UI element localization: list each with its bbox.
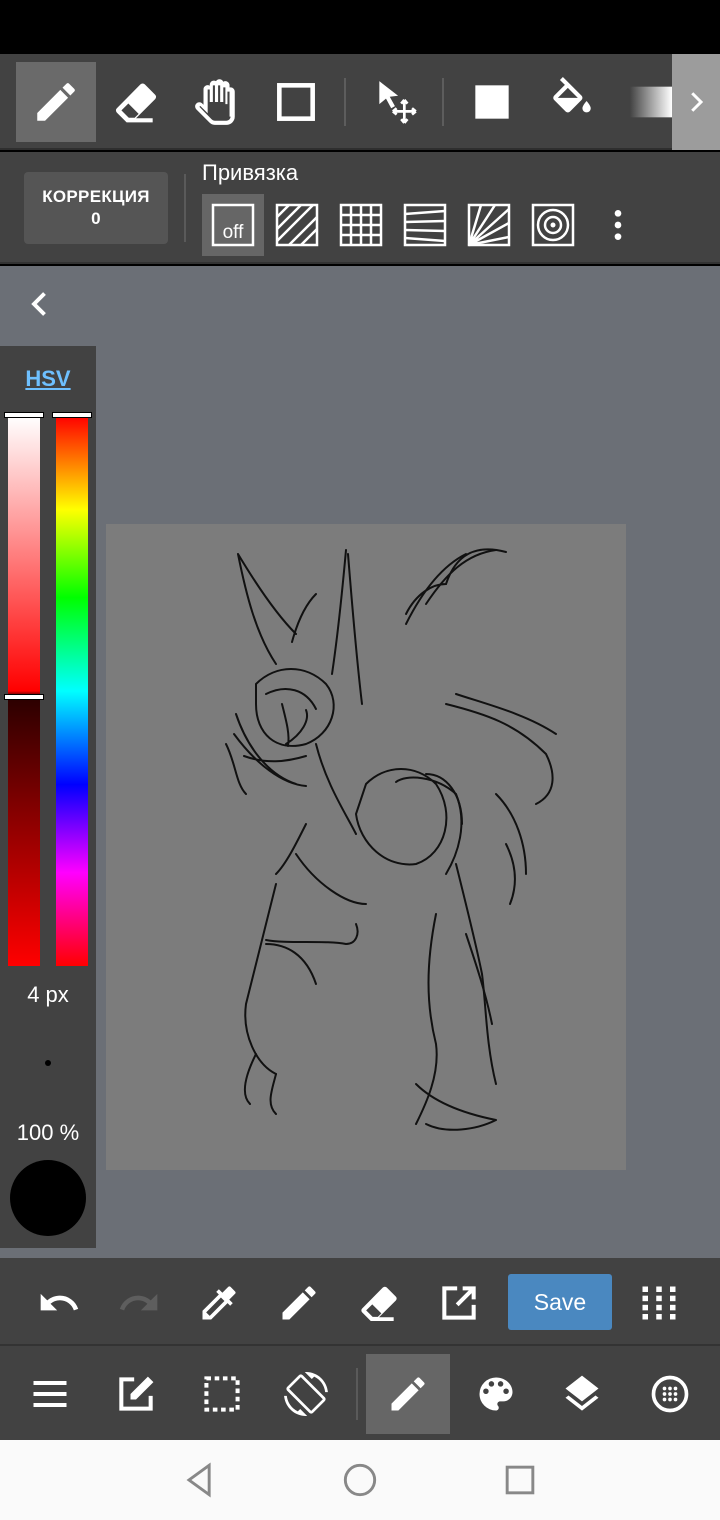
system-nav-bar: [0, 1440, 720, 1520]
brush-tab[interactable]: [366, 1354, 450, 1434]
snap-parallel-button[interactable]: [266, 194, 328, 256]
snap-off-icon: off: [211, 203, 255, 247]
paint-bucket-icon: [553, 77, 591, 113]
material-tab[interactable]: [628, 1354, 712, 1434]
concentric-circles-icon: [531, 203, 575, 247]
bucket-tool-button[interactable]: [532, 62, 612, 142]
eyedropper-icon: [202, 1286, 236, 1320]
status-bar: [0, 0, 720, 54]
correction-label: КОРРЕКЦИЯ: [42, 187, 150, 206]
main-bottom-bar: [0, 1344, 720, 1440]
eyedropper-button[interactable]: [184, 1268, 254, 1338]
current-color-swatch[interactable]: [10, 1160, 86, 1236]
recents-square-icon[interactable]: [498, 1458, 542, 1502]
hand-tool-button[interactable]: [176, 62, 256, 142]
saturation-thumb[interactable]: [4, 412, 44, 418]
snap-more-button[interactable]: [588, 194, 648, 256]
color-palette-panel: HSV 4 px 100 %: [0, 346, 96, 1248]
canvas-workspace[interactable]: HSV 4 px 100 %: [0, 266, 720, 1254]
edit-square-icon: [119, 1376, 154, 1411]
edit-button[interactable]: [94, 1354, 178, 1434]
hand-icon: [195, 79, 235, 125]
gradient-icon: [629, 86, 672, 118]
layers-icon: [565, 1375, 599, 1411]
move-cursor-icon: [379, 81, 417, 124]
subbar-divider: [184, 174, 186, 242]
screen-rotation-icon: [284, 1372, 328, 1416]
gradient-tool-button[interactable]: [612, 62, 672, 142]
layers-tab[interactable]: [540, 1354, 624, 1434]
action-bar: Save: [0, 1254, 720, 1344]
open-external-icon: [442, 1286, 476, 1320]
undo-icon: [40, 1293, 79, 1311]
color-tab[interactable]: [454, 1354, 538, 1434]
quick-eraser-button[interactable]: [344, 1268, 414, 1338]
redo-icon: [119, 1293, 158, 1311]
hamburger-menu-icon: [33, 1380, 67, 1408]
snap-perspective-button[interactable]: [394, 194, 456, 256]
snap-radial-button[interactable]: [458, 194, 520, 256]
snap-off-button[interactable]: off: [202, 194, 264, 256]
export-button[interactable]: [424, 1268, 494, 1338]
eraser-icon: [115, 83, 157, 123]
palette-icon: [479, 1377, 513, 1411]
value-thumb[interactable]: [4, 694, 44, 700]
radial-lines-icon: [467, 203, 511, 247]
rectangle-icon: [277, 83, 315, 121]
quick-menu-button[interactable]: [624, 1268, 694, 1338]
toolbar-divider: [344, 78, 346, 126]
hsv-mode-link[interactable]: HSV: [0, 366, 96, 392]
toolbar-divider: [442, 78, 444, 126]
opacity-label[interactable]: 100 %: [0, 1120, 96, 1146]
pencil-icon: [391, 1377, 425, 1411]
grid-icon: [339, 203, 383, 247]
home-circle-icon[interactable]: [338, 1458, 382, 1502]
eraser-icon: [361, 1286, 397, 1321]
snap-label: Привязка: [202, 160, 299, 185]
tool-toolbar: [0, 54, 720, 150]
undo-button[interactable]: [24, 1268, 94, 1338]
snap-grid-button[interactable]: [330, 194, 392, 256]
correction-button[interactable]: КОРРЕКЦИЯ 0: [24, 172, 168, 244]
grid-dots-icon: [642, 1286, 676, 1320]
more-vertical-icon: [614, 210, 622, 240]
chevron-right-icon: [691, 92, 704, 112]
redo-button[interactable]: [104, 1268, 174, 1338]
pencil-icon: [282, 1286, 316, 1320]
pen-tool-button[interactable]: [16, 62, 96, 142]
hue-slider[interactable]: [52, 412, 92, 966]
snap-off-text: off: [223, 222, 245, 243]
hue-thumb[interactable]: [52, 412, 92, 418]
snap-circle-button[interactable]: [522, 194, 584, 256]
collapse-palette-chevron-icon[interactable]: [22, 286, 58, 322]
drawing-canvas[interactable]: [106, 524, 626, 1170]
dotted-circle-icon: [651, 1375, 689, 1413]
sketch-drawing: [225, 548, 557, 1131]
correction-value: 0: [91, 209, 101, 228]
brush-options-bar: КОРРЕКЦИЯ 0 Привязка off: [0, 152, 720, 264]
pencil-icon: [37, 83, 75, 121]
parallel-lines-icon: [275, 203, 319, 247]
dashed-selection-icon: [204, 1376, 240, 1412]
mainbar-divider: [356, 1368, 358, 1420]
fill-rect-tool-button[interactable]: [452, 62, 532, 142]
brush-size-label[interactable]: 4 px: [0, 982, 96, 1008]
filled-square-icon: [475, 85, 509, 119]
move-tool-button[interactable]: [356, 62, 436, 142]
selection-button[interactable]: [180, 1354, 264, 1434]
perspective-lines-icon: [403, 203, 447, 247]
saturation-value-slider[interactable]: [4, 412, 44, 966]
select-rect-tool-button[interactable]: [256, 62, 336, 142]
back-triangle-icon[interactable]: [178, 1458, 222, 1502]
main-menu-button[interactable]: [8, 1354, 92, 1434]
rotate-canvas-button[interactable]: [264, 1354, 348, 1434]
brush-size-preview: [45, 1060, 51, 1066]
eraser-tool-button[interactable]: [96, 62, 176, 142]
toolbar-scroll-right-button[interactable]: [672, 54, 720, 150]
quick-pen-button[interactable]: [264, 1268, 334, 1338]
save-button[interactable]: Save: [508, 1274, 612, 1330]
